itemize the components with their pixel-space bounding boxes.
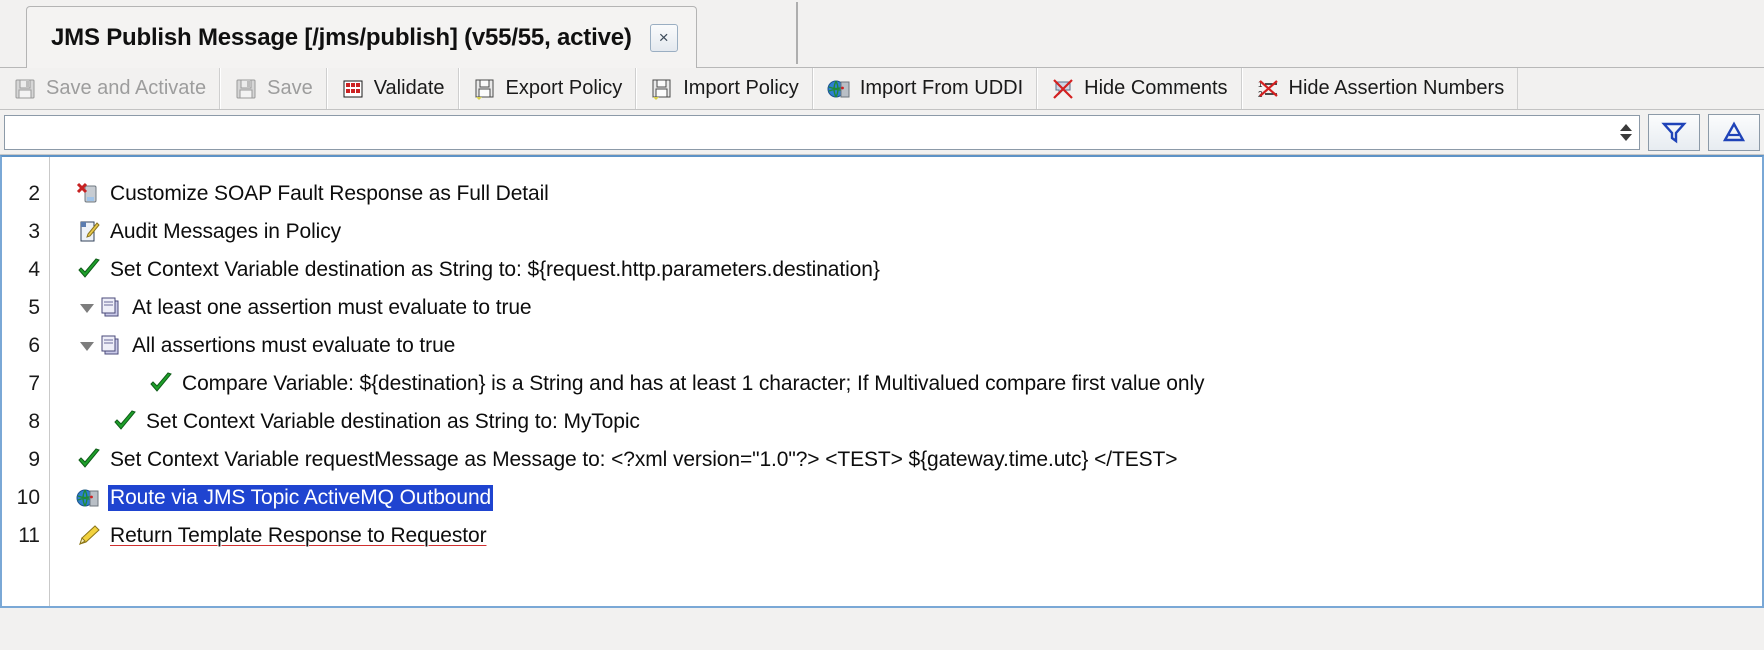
policy-row[interactable]: Set Context Variable requestMessage as M… [50,441,1762,479]
chevron-down-icon[interactable] [76,303,98,313]
policy-row[interactable]: All assertions must evaluate to true [50,327,1762,365]
uddi-globe-icon [827,77,851,101]
folder-oneormore-icon [98,295,124,321]
policy-row-label: Audit Messages in Policy [110,220,342,243]
hide-assertion-numbers-label: Hide Assertion Numbers [1288,77,1505,99]
policy-row-label: Return Template Response to Requestor [110,524,487,547]
save-button[interactable]: Save [220,68,327,109]
policy-row-label: Set Context Variable requestMessage as M… [110,448,1178,471]
spinner-updown-icon[interactable] [1613,117,1639,148]
save-icon [234,77,258,101]
assertion-number: 6 [28,334,40,357]
policy-manager-window: JMS Publish Message [/jms/publish] (v55/… [0,0,1764,650]
import-from-uddi-button[interactable]: Import From UDDI [812,68,1038,109]
assertion-filter-icon[interactable] [1708,113,1760,151]
policy-row-label: All assertions must evaluate to true [132,334,456,357]
policy-tree-panel: 2 3 4 5 6 7 8 9 10 11 Customize SOAP Fau… [0,155,1764,608]
chevron-down-icon[interactable] [76,341,98,351]
export-policy-button[interactable]: Export Policy [458,68,637,109]
green-check-icon [112,409,138,435]
policy-row[interactable]: Set Context Variable destination as Stri… [50,403,1762,441]
assertion-number: 8 [28,410,40,433]
policy-assertion-tree[interactable]: Customize SOAP Fault Response as Full De… [50,157,1762,606]
tab-strip-divider [796,2,798,64]
save-and-activate-label: Save and Activate [46,77,207,99]
policy-row-label: Customize SOAP Fault Response as Full De… [110,182,549,205]
policy-row[interactable]: Compare Variable: ${destination} is a St… [50,365,1762,403]
import-policy-icon [650,77,674,101]
hide-comments-icon [1051,77,1075,101]
soap-fault-icon [76,181,102,207]
hide-comments-button[interactable]: Hide Comments [1037,68,1242,109]
save-icon [13,77,37,101]
policy-filter-bar [0,110,1764,155]
import-policy-button[interactable]: Import Policy [636,68,813,109]
policy-row[interactable]: Return Template Response to Requestor [50,517,1762,555]
assertion-number: 7 [28,372,40,395]
policy-row-label: Route via JMS Topic ActiveMQ Outbound [108,485,494,511]
green-check-icon [76,447,102,473]
assertion-number-gutter: 2 3 4 5 6 7 8 9 10 11 [2,157,50,606]
policy-row-label: Set Context Variable destination as Stri… [110,258,880,281]
assertion-number: 9 [28,448,40,471]
import-policy-label: Import Policy [683,77,799,99]
policy-row-label: At least one assertion must evaluate to … [132,296,532,319]
hide-comments-label: Hide Comments [1084,77,1228,99]
assertion-number: 5 [28,296,40,319]
search-input[interactable] [5,116,1613,148]
assertion-number: 4 [28,258,40,281]
assertion-number: 2 [28,182,40,205]
assertion-number: 3 [28,220,40,243]
folder-all-icon [98,333,124,359]
funnel-filter-icon[interactable] [1648,113,1700,151]
validate-label: Validate [373,77,445,99]
validate-icon [341,77,365,101]
tab-strip: JMS Publish Message [/jms/publish] (v55/… [0,0,1764,68]
green-check-icon [76,257,102,283]
template-response-icon [76,523,102,549]
hide-assertion-numbers-button[interactable]: 1 2 Hide Assertion Numbers [1241,68,1519,109]
route-jms-icon [76,485,102,511]
filter-input-wrapper [4,114,1640,150]
policy-row-label: Set Context Variable destination as Stri… [146,410,640,433]
validate-button[interactable]: Validate [326,68,459,109]
audit-messages-icon [76,219,102,245]
policy-row-label: Compare Variable: ${destination} is a St… [182,372,1205,395]
save-label: Save [267,77,313,99]
policy-row[interactable]: Audit Messages in Policy [50,213,1762,251]
hide-assertion-numbers-icon: 1 2 [1256,77,1280,101]
policy-toolbar: Save and Activate Save Validate Export P… [0,68,1764,110]
assertion-number: 10 [16,486,40,509]
export-policy-icon [473,77,497,101]
close-icon[interactable]: × [649,23,678,52]
save-and-activate-button[interactable]: Save and Activate [0,68,221,109]
import-from-uddi-label: Import From UDDI [859,77,1024,99]
policy-row[interactable]: Set Context Variable destination as Stri… [50,251,1762,289]
assertion-number: 11 [18,524,40,547]
policy-row-selected[interactable]: Route via JMS Topic ActiveMQ Outbound [50,479,1762,517]
green-check-icon [148,371,174,397]
policy-row[interactable]: Customize SOAP Fault Response as Full De… [50,175,1762,213]
export-policy-label: Export Policy [505,77,623,99]
policy-row[interactable]: At least one assertion must evaluate to … [50,289,1762,327]
tab-jms-publish-message[interactable]: JMS Publish Message [/jms/publish] (v55/… [26,6,697,68]
tab-title: JMS Publish Message [/jms/publish] (v55/… [51,23,632,51]
